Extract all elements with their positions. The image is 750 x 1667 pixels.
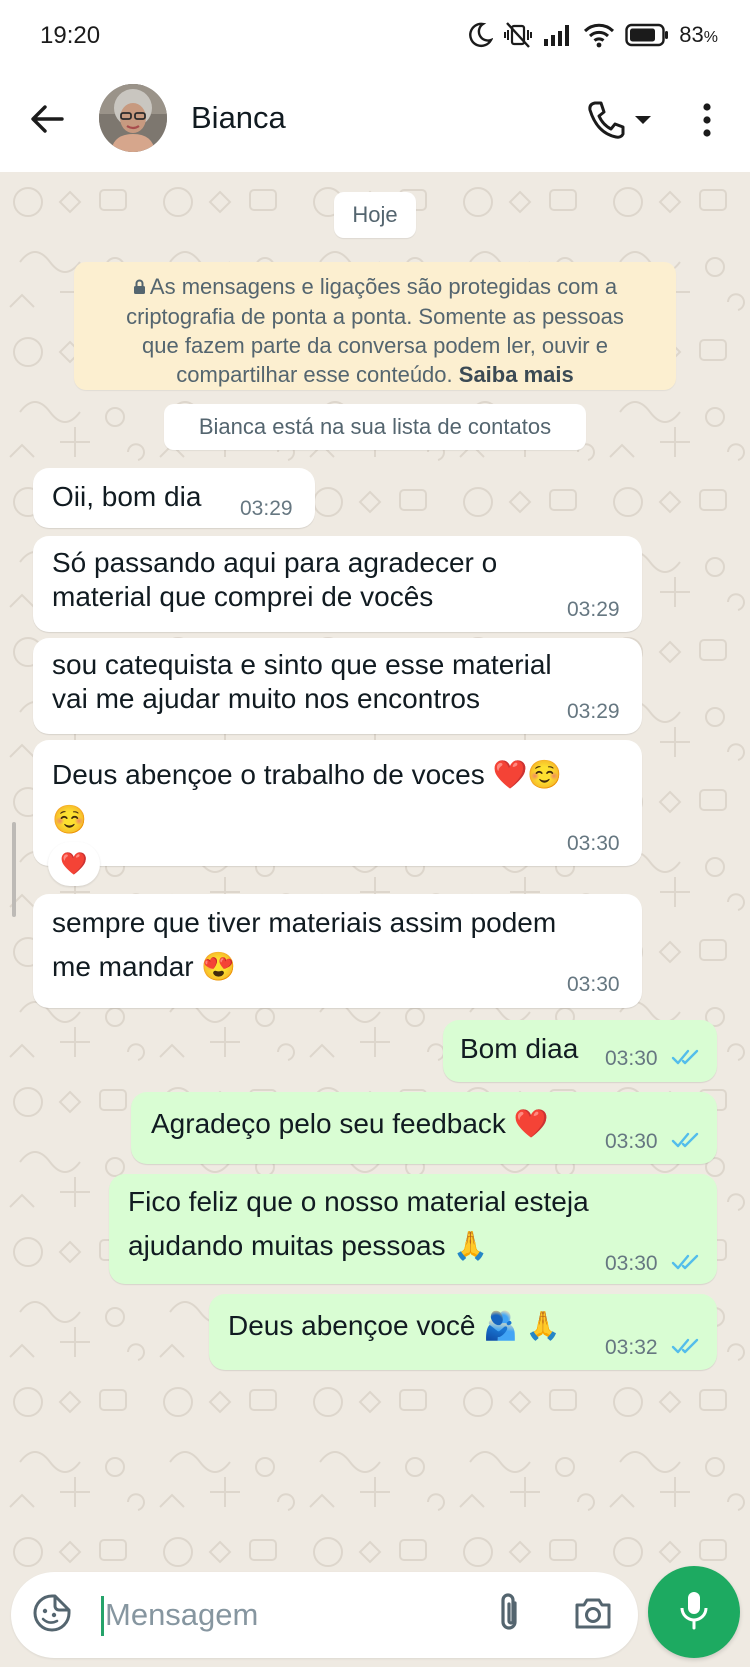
encryption-line-4: compartilhar esse conteúdo. Saiba mais xyxy=(176,362,574,387)
message-time: 03:30 xyxy=(605,1252,658,1275)
message-time: 03:29 xyxy=(567,700,620,723)
date-chip: Hoje xyxy=(334,192,416,238)
contact-notice[interactable]: Bianca está na sua lista de contatos xyxy=(164,404,586,450)
message-text: Bom diaa xyxy=(460,1033,579,1064)
moon-icon xyxy=(469,22,494,48)
battery-value: 83 xyxy=(679,22,704,47)
status-icons: 83% xyxy=(469,20,718,50)
encryption-line-3: que fazem parte da conversa podem ler, o… xyxy=(142,333,608,358)
read-receipt-icon xyxy=(671,1048,701,1071)
camera-button[interactable] xyxy=(571,1592,615,1638)
lock-icon xyxy=(133,273,146,302)
message-bubble-incoming[interactable]: sempre que tiver materiais assim podem m… xyxy=(33,894,642,1008)
message-time: 03:32 xyxy=(605,1336,658,1359)
message-bubble-incoming[interactable]: Deus abençoe o trabalho de voces ❤️☺️ ☺️… xyxy=(33,740,642,866)
message-bubble-outgoing[interactable]: Bom diaa 03:30 xyxy=(443,1020,717,1082)
message-text-line: me mandar 😍 xyxy=(52,951,237,982)
battery-icon xyxy=(625,23,669,47)
text-caret xyxy=(101,1596,104,1636)
message-composer xyxy=(11,1572,638,1658)
message-text-line: material que comprei de vocês xyxy=(52,581,434,612)
signal-icon xyxy=(543,23,573,47)
attach-button[interactable] xyxy=(487,1592,531,1638)
message-bubble-incoming[interactable]: Só passando aqui para agradecer o materi… xyxy=(33,536,642,632)
encryption-line-2: criptografia de ponta a ponta. Somente a… xyxy=(126,304,624,329)
learn-more-link[interactable]: Saiba mais xyxy=(459,362,574,387)
message-bubble-outgoing[interactable]: Deus abençoe você 🫂 🙏 03:32 xyxy=(209,1294,717,1370)
more-options-button[interactable] xyxy=(694,100,720,144)
whatsapp-chat-screen: 19:20 83% Bianca Hoje As mensagens e lig… xyxy=(0,0,750,1667)
read-receipt-icon xyxy=(671,1253,701,1276)
encryption-line-1: As mensagens e ligações são protegidas c… xyxy=(92,272,658,302)
battery-percent: 83% xyxy=(679,22,718,48)
scrollbar-thumb[interactable] xyxy=(12,822,16,917)
chat-header: Bianca xyxy=(0,72,750,172)
back-arrow-icon xyxy=(29,103,65,140)
message-time: 03:30 xyxy=(567,832,620,855)
sticker-button[interactable] xyxy=(31,1594,73,1636)
message-time: 03:29 xyxy=(240,497,293,520)
camera-icon xyxy=(573,1595,613,1636)
contact-name[interactable]: Bianca xyxy=(191,100,286,136)
status-time: 19:20 xyxy=(40,22,101,49)
message-text-line: sou catequista e sinto que esse material xyxy=(52,649,552,680)
message-bubble-outgoing[interactable]: Fico feliz que o nosso material esteja a… xyxy=(109,1174,717,1284)
more-vert-icon xyxy=(702,102,712,142)
status-bar: 19:20 83% xyxy=(0,0,750,72)
message-text: Deus abençoe você 🫂 🙏 xyxy=(228,1310,561,1341)
reaction-emoji: ❤️ xyxy=(60,851,88,876)
message-bubble-incoming[interactable]: sou catequista e sinto que esse material… xyxy=(33,638,642,734)
avatar[interactable] xyxy=(99,84,167,152)
microphone-icon xyxy=(679,1590,709,1635)
sticker-icon xyxy=(32,1593,72,1638)
paperclip-icon xyxy=(494,1591,524,1640)
vibrate-off-icon xyxy=(503,21,533,49)
message-time: 03:30 xyxy=(605,1130,658,1153)
message-text-line: vai me ajudar muito nos encontros xyxy=(52,683,480,714)
message-text-line: Só passando aqui para agradecer o xyxy=(52,547,498,578)
encryption-notice[interactable]: As mensagens e ligações são protegidas c… xyxy=(74,262,676,390)
message-text-line: sempre que tiver materiais assim podem xyxy=(52,907,557,938)
message-time: 03:30 xyxy=(605,1047,658,1070)
message-text: Oii, bom dia xyxy=(52,481,202,512)
voice-call-button[interactable] xyxy=(587,100,659,144)
message-time: 03:29 xyxy=(567,598,620,621)
message-bubble-incoming[interactable]: Oii, bom dia 03:29 xyxy=(33,468,315,528)
message-reaction[interactable]: ❤️ xyxy=(48,842,100,886)
message-text-line: Fico feliz que o nosso material esteja xyxy=(128,1186,589,1217)
message-text-line: ajudando muitas pessoas 🙏 xyxy=(128,1230,489,1261)
back-button[interactable] xyxy=(24,98,70,144)
dropdown-arrow-icon[interactable] xyxy=(633,113,653,132)
phone-icon xyxy=(587,100,625,145)
voice-message-button[interactable] xyxy=(648,1566,740,1658)
chat-area[interactable]: Hoje As mensagens e ligações são protegi… xyxy=(0,172,750,1572)
read-receipt-icon xyxy=(671,1131,701,1154)
message-bubble-outgoing[interactable]: Agradeço pelo seu feedback ❤️ 03:30 xyxy=(131,1092,717,1164)
message-text-line: Deus abençoe o trabalho de voces ❤️☺️ xyxy=(52,759,563,790)
message-text-line: ☺️ xyxy=(52,804,87,835)
read-receipt-icon xyxy=(671,1337,701,1360)
message-time: 03:30 xyxy=(567,973,620,996)
battery-unit: % xyxy=(703,29,718,46)
wifi-icon xyxy=(583,22,615,48)
message-input[interactable] xyxy=(105,1590,435,1640)
message-text: Agradeço pelo seu feedback ❤️ xyxy=(151,1108,549,1139)
